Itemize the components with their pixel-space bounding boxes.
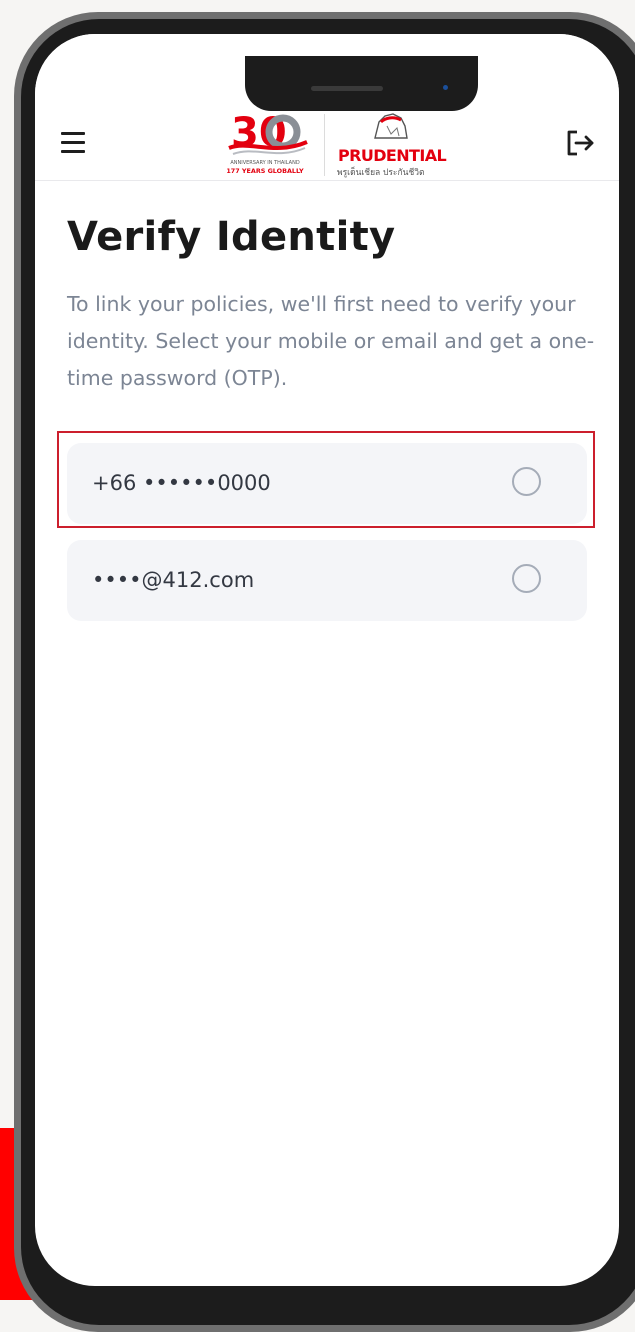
prudential-logo: PRUDENTIAL พรูเด็นเชียล ประกันชีวิต — [335, 108, 455, 180]
page-title: Verify Identity — [67, 214, 396, 260]
speaker-grille — [311, 86, 383, 91]
radio-icon[interactable] — [512, 564, 541, 593]
front-camera — [443, 85, 448, 90]
logout-icon[interactable] — [565, 128, 597, 158]
email-option[interactable]: ••••@412.com — [67, 540, 587, 621]
anniversary-line2: 177 YEARS GLOBALLY — [226, 167, 304, 175]
brand-thai: พรูเด็นเชียล ประกันชีวิต — [337, 166, 425, 178]
logo-divider — [324, 114, 325, 176]
radio-icon[interactable] — [512, 467, 541, 496]
phone-screen: 30 ANNIVERSARY IN THAILAND 177 YEARS GLO… — [35, 34, 619, 1286]
hamburger-icon[interactable] — [61, 132, 85, 154]
brand-name: PRUDENTIAL — [338, 146, 446, 165]
email-option-label: ••••@412.com — [92, 568, 255, 592]
mobile-option-label: +66 ••••••0000 — [92, 471, 271, 495]
phone-notch — [245, 56, 478, 111]
mobile-option[interactable]: +66 ••••••0000 — [67, 443, 587, 524]
anniversary-logo: 30 ANNIVERSARY IN THAILAND 177 YEARS GLO… — [219, 108, 311, 178]
rock-emblem-icon — [374, 113, 408, 139]
anniversary-line1: ANNIVERSARY IN THAILAND — [230, 160, 299, 166]
page-description: To link your policies, we'll first need … — [67, 292, 595, 390]
